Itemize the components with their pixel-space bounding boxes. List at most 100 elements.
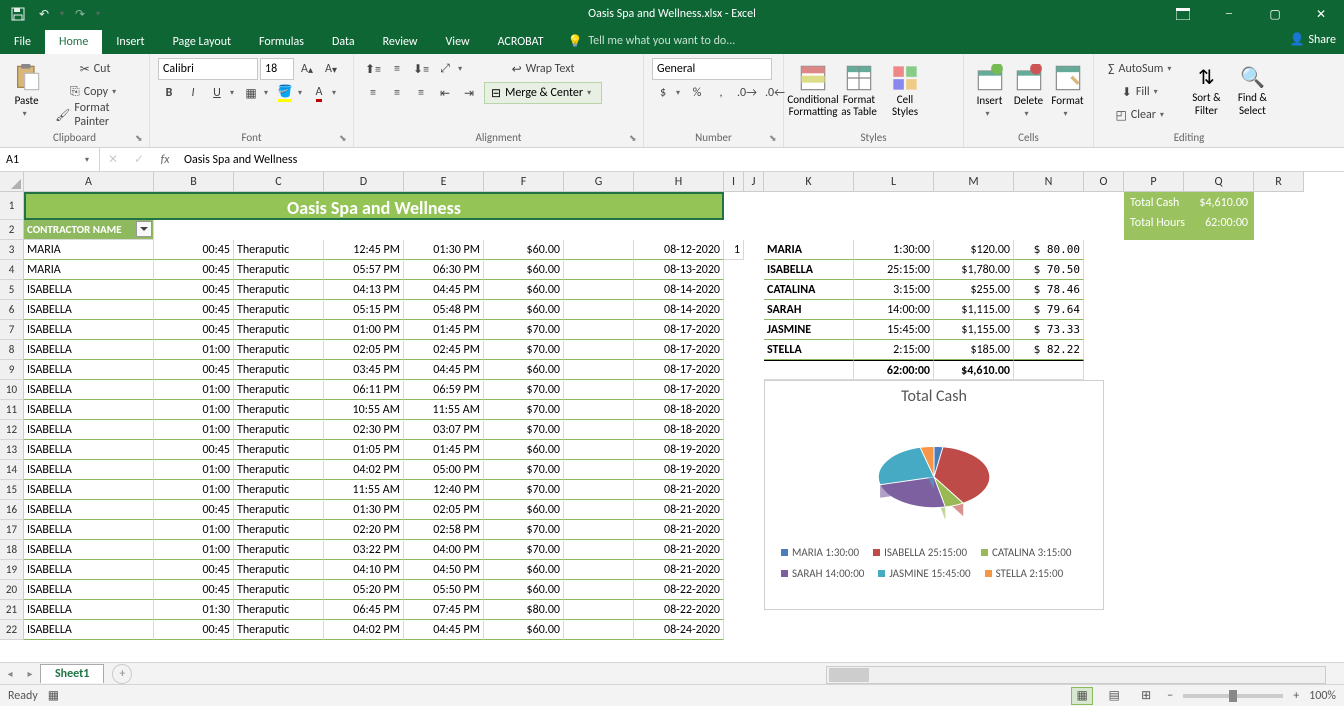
cell[interactable]: [564, 360, 634, 380]
merge-center-button[interactable]: ⊟Merge & Center▾: [484, 82, 602, 104]
cell[interactable]: [564, 340, 634, 360]
cell[interactable]: [1014, 360, 1084, 380]
zoom-level[interactable]: 100%: [1309, 689, 1336, 703]
row-header[interactable]: 5: [0, 280, 24, 300]
cell[interactable]: 06:59 PM: [404, 380, 484, 400]
bold-button[interactable]: B: [158, 82, 180, 104]
col-header[interactable]: C: [234, 172, 324, 192]
cell[interactable]: Theraputic: [234, 460, 324, 480]
cell[interactable]: 15:45:00: [854, 320, 934, 340]
cell[interactable]: ISABELLA: [24, 580, 154, 600]
accounting-button[interactable]: $: [652, 82, 674, 104]
cell[interactable]: $60.00: [484, 300, 564, 320]
undo-dropdown[interactable]: ▾: [58, 3, 66, 25]
cell[interactable]: 01:00: [154, 460, 234, 480]
cell[interactable]: 08-14-2020: [634, 300, 724, 320]
fill-button[interactable]: ⬇Fill▾: [1102, 81, 1181, 103]
delete-cells-button[interactable]: Delete▾: [1011, 58, 1046, 124]
cell[interactable]: 04:00 PM: [404, 540, 484, 560]
cell[interactable]: 00:45: [154, 580, 234, 600]
cell-styles-button[interactable]: Cell Styles: [884, 58, 926, 124]
cell[interactable]: 14:00:00: [854, 300, 934, 320]
new-sheet-button[interactable]: +: [112, 664, 132, 684]
cell[interactable]: CATALINA: [764, 280, 854, 300]
cell[interactable]: ISABELLA: [24, 500, 154, 520]
fill-color-button[interactable]: 🪣: [274, 82, 296, 104]
number-format[interactable]: General: [652, 58, 772, 80]
autosum-button[interactable]: ∑AutoSum▾: [1102, 58, 1181, 80]
launcher-icon[interactable]: ⬊: [769, 133, 781, 145]
cell[interactable]: 08-22-2020: [634, 600, 724, 620]
cell[interactable]: $60.00: [484, 260, 564, 280]
cell[interactable]: $70.00: [484, 320, 564, 340]
col-header[interactable]: M: [934, 172, 1014, 192]
cell[interactable]: 02:58 PM: [404, 520, 484, 540]
row-header[interactable]: 18: [0, 540, 24, 560]
cell[interactable]: 02:05 PM: [404, 500, 484, 520]
col-header[interactable]: E: [404, 172, 484, 192]
percent-button[interactable]: %: [686, 82, 708, 104]
cell[interactable]: $70.00: [484, 460, 564, 480]
cell[interactable]: 04:45 PM: [404, 280, 484, 300]
cell[interactable]: 05:15 PM: [324, 300, 404, 320]
row-header[interactable]: 21: [0, 600, 24, 620]
decrease-font-button[interactable]: A▾: [320, 58, 342, 80]
zoom-in-button[interactable]: +: [1293, 689, 1299, 703]
cell[interactable]: $60.00: [484, 500, 564, 520]
conditional-formatting-button[interactable]: Conditional Formatting: [792, 58, 834, 124]
fx-icon[interactable]: fx: [152, 148, 178, 171]
cell[interactable]: $1,115.00: [934, 300, 1014, 320]
border-button[interactable]: ▦: [240, 82, 262, 104]
sort-filter-button[interactable]: ⇅Sort & Filter: [1185, 58, 1227, 124]
cell[interactable]: Theraputic: [234, 240, 324, 260]
cell[interactable]: $70.00: [484, 400, 564, 420]
cell[interactable]: 10:55 AM: [324, 400, 404, 420]
row-header[interactable]: 19: [0, 560, 24, 580]
tab-nav-prev[interactable]: ▸: [20, 667, 40, 680]
cell[interactable]: $255.00: [934, 280, 1014, 300]
cell[interactable]: 08-19-2020: [634, 460, 724, 480]
cell[interactable]: 04:10 PM: [324, 560, 404, 580]
align-left-button[interactable]: ≡: [362, 82, 384, 104]
cell[interactable]: Theraputic: [234, 280, 324, 300]
cell[interactable]: 02:45 PM: [404, 340, 484, 360]
cell[interactable]: $60.00: [484, 360, 564, 380]
cell[interactable]: JASMINE: [764, 320, 854, 340]
close-icon[interactable]: ✕: [1298, 0, 1344, 28]
col-header[interactable]: N: [1014, 172, 1084, 192]
cell[interactable]: ISABELLA: [24, 520, 154, 540]
tab-home[interactable]: Home: [45, 30, 102, 54]
col-header[interactable]: B: [154, 172, 234, 192]
cell[interactable]: 02:20 PM: [324, 520, 404, 540]
cell[interactable]: [764, 360, 854, 380]
row-header[interactable]: 1: [0, 192, 24, 220]
cell[interactable]: MARIA: [24, 240, 154, 260]
cell[interactable]: 12:40 PM: [404, 480, 484, 500]
col-header[interactable]: I: [724, 172, 744, 192]
cell[interactable]: 08-21-2020: [634, 520, 724, 540]
cell[interactable]: 05:48 PM: [404, 300, 484, 320]
minimize-icon[interactable]: ─: [1206, 0, 1252, 28]
cell[interactable]: ISABELLA: [24, 560, 154, 580]
row-header[interactable]: 7: [0, 320, 24, 340]
cell[interactable]: 00:45: [154, 440, 234, 460]
tab-data[interactable]: Data: [318, 30, 369, 54]
cell[interactable]: MARIA: [24, 260, 154, 280]
cell[interactable]: 04:13 PM: [324, 280, 404, 300]
cell[interactable]: 25:15:00: [854, 260, 934, 280]
cell[interactable]: 03:22 PM: [324, 540, 404, 560]
cell[interactable]: SARAH: [764, 300, 854, 320]
cell[interactable]: 05:20 PM: [324, 580, 404, 600]
cell[interactable]: $ 79.64: [1014, 300, 1084, 320]
copy-button[interactable]: ⎘Copy▾: [49, 81, 141, 103]
cell[interactable]: [564, 420, 634, 440]
cell[interactable]: 08-21-2020: [634, 560, 724, 580]
cell[interactable]: [564, 280, 634, 300]
cell[interactable]: $1,155.00: [934, 320, 1014, 340]
qat-customize[interactable]: ▾: [94, 3, 102, 25]
cell[interactable]: 04:45 PM: [404, 360, 484, 380]
col-header[interactable]: J: [744, 172, 764, 192]
cell[interactable]: Theraputic: [234, 580, 324, 600]
cell[interactable]: Theraputic: [234, 400, 324, 420]
cell[interactable]: 01:00: [154, 400, 234, 420]
